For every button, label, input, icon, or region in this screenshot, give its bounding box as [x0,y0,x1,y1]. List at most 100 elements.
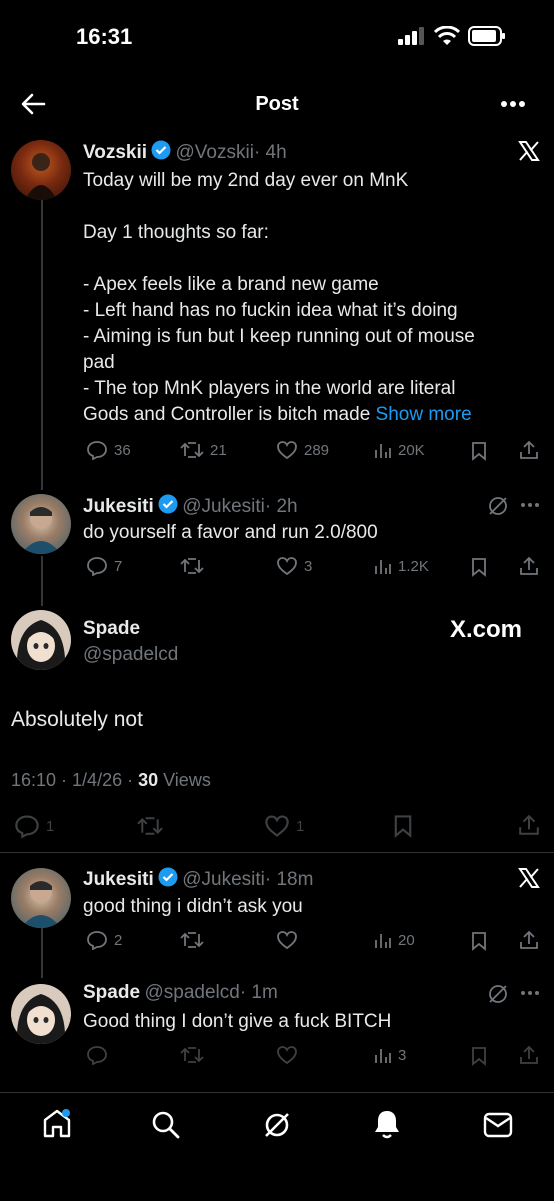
x-logo-icon [518,868,540,888]
grok-icon[interactable] [487,983,509,1005]
status-icons [398,26,506,46]
bookmark-icon[interactable] [471,557,487,577]
watermark-text: X.com [450,616,523,643]
home-icon[interactable] [42,1108,72,1140]
reply-button[interactable]: 7 [86,556,122,576]
post-time: · 1m [239,982,278,1003]
repost-icon[interactable] [180,930,204,950]
repost-icon[interactable] [180,1045,204,1065]
views-button[interactable]: 3 [374,1045,406,1065]
text-line: Today will be my 2nd day ever on MnK [83,170,409,191]
show-more-link[interactable]: Show more [376,404,472,425]
post-text: Absolutely not [11,708,143,731]
share-icon[interactable] [518,814,540,836]
more-options-icon[interactable] [500,100,526,108]
reply-icon [87,931,107,950]
author-handle[interactable]: @Jukesiti [182,869,265,890]
like-button[interactable]: 1 [264,814,304,838]
text-line: - The top MnK players in the world are l… [83,378,456,399]
views-count: 3 [398,1046,407,1064]
avatar[interactable] [11,868,71,928]
share-icon[interactable] [519,930,539,950]
avatar[interactable] [11,494,71,554]
views-count: 20 [398,931,415,949]
post-header: Vozskii @Vozskii· 4h [83,140,287,164]
views-icon [375,934,391,948]
bookmark-icon[interactable] [471,931,487,951]
author-handle[interactable]: @Vozskii [176,142,254,163]
heart-icon[interactable] [276,930,298,950]
author-handle[interactable]: @spadelcd [83,644,178,666]
views-icon [375,444,391,458]
notifications-bell-icon[interactable] [373,1108,401,1140]
bookmark-icon[interactable] [393,814,413,838]
like-button[interactable]: 289 [276,440,329,460]
reply-count: 7 [114,557,123,575]
text-line: - Apex feels like a brand new game [83,274,379,295]
share-icon[interactable] [519,440,539,460]
author-name[interactable]: Vozskii [83,142,147,163]
messages-icon[interactable] [483,1112,513,1138]
like-count: 289 [304,441,330,459]
heart-icon[interactable] [276,1045,298,1065]
post-text: do yourself a favor and run 2.0/800 [83,522,378,543]
heart-icon [265,815,289,837]
share-icon[interactable] [519,556,539,576]
status-time: 16:31 [76,24,133,49]
more-options-icon[interactable] [520,502,540,508]
text-line-last: Gods and Controller is bitch made Show m… [83,402,523,428]
post-header: Spade @spadelcd· 1m [83,982,278,1004]
author-handle[interactable]: @Jukesiti [182,496,265,517]
avatar[interactable] [11,610,71,670]
like-count: 1 [296,817,305,835]
verified-badge-icon [158,494,178,514]
text-line: Day 1 thoughts so far: [83,222,269,243]
thread-line [41,200,43,490]
repost-button[interactable] [180,556,204,576]
post-timestamp: 16:10 · 1/4/26 · [11,770,139,790]
author-handle[interactable]: @spadelcd [144,982,239,1003]
repost-button[interactable]: 21 [180,440,227,460]
thread-line [41,556,43,606]
views-count: 1.2K [398,557,429,575]
views-button[interactable]: 20 [374,930,415,950]
wifi-icon [434,26,460,45]
post-meta: 16:10 · 1/4/26 · 30 Views [11,770,211,791]
post-text: Good thing I don’t give a fuck BITCH [83,1011,392,1032]
views-button[interactable]: 1.2K [374,556,429,576]
bookmark-icon[interactable] [471,441,487,461]
bookmark-icon[interactable] [471,1046,487,1066]
bottom-tab-bar [0,1092,554,1201]
reply-button[interactable]: 1 [14,814,54,838]
author-name[interactable]: Spade [83,982,140,1003]
avatar[interactable] [11,984,71,1044]
repost-icon [180,558,204,574]
reply-icon [87,441,107,460]
heart-icon [277,441,297,460]
author-name[interactable]: Jukesiti [83,869,154,890]
repost-icon [180,442,204,458]
reply-button[interactable]: 2 [86,930,122,950]
grok-icon[interactable] [262,1110,292,1140]
grok-icon[interactable] [487,495,509,517]
share-icon[interactable] [519,1045,539,1065]
like-button[interactable]: 3 [276,556,312,576]
reply-button[interactable]: 36 [86,440,131,460]
views-button[interactable]: 20K [374,440,425,460]
search-icon[interactable] [151,1110,181,1140]
reply-icon[interactable] [86,1045,108,1065]
post-text: Today will be my 2nd day ever on MnK Day… [83,168,523,428]
views-icon [375,1049,391,1063]
thread-line [41,928,43,978]
views-count: 30 [138,770,159,790]
author-name[interactable]: Jukesiti [83,496,154,517]
more-options-icon[interactable] [520,990,540,996]
avatar[interactable] [11,140,71,200]
text-span: Gods and Controller is bitch made [83,404,371,425]
battery-icon [468,26,505,46]
views-icon [375,560,391,574]
author-name[interactable]: Spade [83,618,140,640]
repost-icon[interactable] [136,815,164,837]
signal-icon [398,27,424,45]
